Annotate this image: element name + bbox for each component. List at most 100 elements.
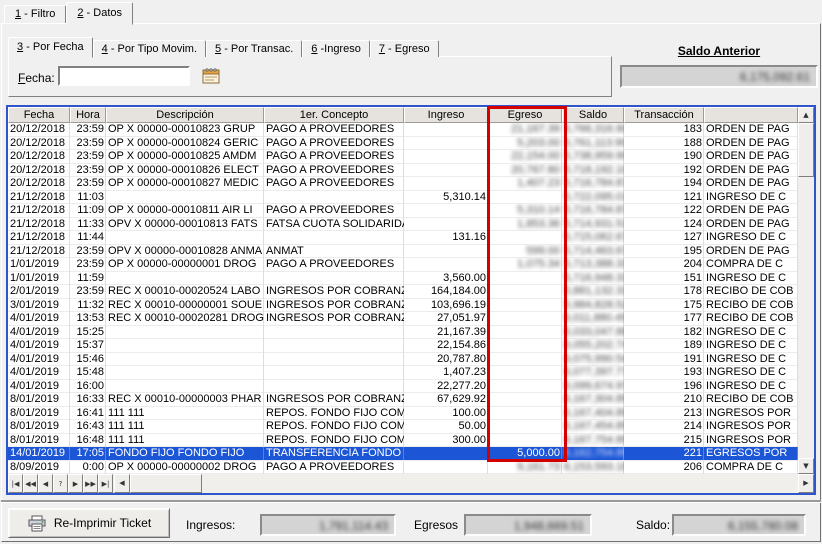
cell-trans[interactable]: 122 [624,204,704,218]
cell-tipo[interactable]: INGRESO DE C [704,380,798,394]
cell-desc[interactable]: OPV X 00000-00010828 ANMA [106,245,264,259]
cell-conc[interactable]: REPOS. FONDO FIJO COMPRAS [264,420,404,434]
cell-saldo[interactable]: 5,722,095.01 [562,191,624,205]
tab-egreso[interactable]: 7 - Egreso [370,40,439,57]
cell-egr[interactable] [488,353,562,367]
cell-egr[interactable] [488,272,562,286]
cell-desc[interactable] [106,272,264,286]
cell-hora[interactable]: 23:59 [70,123,106,137]
cell-saldo[interactable]: 5,718,192.10 [562,164,624,178]
cell-egr[interactable]: 1,853.36 [488,218,562,232]
cell-hora[interactable]: 23:59 [70,137,106,151]
cell-egr[interactable]: 1,075.34 [488,258,562,272]
cell-trans[interactable]: 215 [624,434,704,448]
cell-conc[interactable]: TRANSFERENCIA FONDO FIJO [264,447,404,461]
cell-tipo[interactable]: INGRESO DE C [704,191,798,205]
cell-tipo[interactable]: ORDEN DE PAG [704,123,798,137]
cell-egr[interactable]: 1,407.23 [488,177,562,191]
cell-trans[interactable]: 151 [624,272,704,286]
cell-egr[interactable] [488,191,562,205]
cell-desc[interactable]: OP X 00000-00010823 GRUP [106,123,264,137]
cell-ing[interactable]: 103,696.19 [404,299,488,313]
cell-hora[interactable]: 16:00 [70,380,106,394]
column-header-egr[interactable]: Egreso [488,107,562,123]
cell-hora[interactable]: 15:48 [70,366,106,380]
cell-ing[interactable] [404,123,488,137]
cell-trans[interactable]: 192 [624,164,704,178]
cell-hora[interactable]: 15:46 [70,353,106,367]
cell-fecha[interactable]: 8/01/2019 [8,407,70,421]
cell-ing[interactable] [404,177,488,191]
cell-saldo[interactable]: 5,713,388.33 [562,258,624,272]
table-row[interactable]: 1/01/201911:593,560.005,716,948.33151ING… [8,272,798,286]
cell-tipo[interactable]: ORDEN DE PAG [704,150,798,164]
cell-fecha[interactable]: 2/01/2019 [8,285,70,299]
cell-egr[interactable] [488,231,562,245]
cell-egr[interactable] [488,299,562,313]
cell-trans[interactable]: 196 [624,380,704,394]
cell-fecha[interactable]: 1/01/2019 [8,272,70,286]
cell-fecha[interactable]: 21/12/2018 [8,245,70,259]
vertical-scrollbar[interactable]: ▲ ▼ [798,107,814,474]
calendar-button[interactable] [198,64,224,88]
table-row[interactable]: 21/12/201811:035,310.145,722,095.01121IN… [8,191,798,205]
tab-por-transac[interactable]: 5 - Por Transac. [206,40,302,57]
cell-trans[interactable]: 182 [624,326,704,340]
nav-button[interactable]: ▶ [68,474,83,493]
cell-conc[interactable]: REPOS. FONDO FIJO COMPRAS [264,407,404,421]
cell-conc[interactable]: PAGO A PROVEEDORES [264,461,404,475]
cell-conc[interactable] [264,272,404,286]
table-row[interactable]: 4/01/201915:481,407.236,077,397.77193ING… [8,366,798,380]
cell-fecha[interactable]: 4/01/2019 [8,366,70,380]
cell-trans[interactable]: 193 [624,366,704,380]
nav-button[interactable]: |◀ [8,474,23,493]
cell-conc[interactable]: FATSA CUOTA SOLIDARIDAD [264,218,404,232]
table-row[interactable]: 21/12/201811:33OPV X 00000-00010813 FATS… [8,218,798,232]
cell-ing[interactable] [404,204,488,218]
cell-tipo[interactable]: RECIBO DE COB [704,285,798,299]
column-header-hora[interactable]: Hora [70,107,106,123]
cell-egr[interactable] [488,312,562,326]
cell-trans[interactable]: 214 [624,420,704,434]
cell-trans[interactable]: 210 [624,393,704,407]
cell-trans[interactable]: 190 [624,150,704,164]
cell-fecha[interactable]: 21/12/2018 [8,191,70,205]
cell-conc[interactable] [264,231,404,245]
nav-button[interactable]: ? [53,474,68,493]
cell-trans[interactable]: 183 [624,123,704,137]
cell-tipo[interactable]: ORDEN DE PAG [704,218,798,232]
cell-trans[interactable]: 178 [624,285,704,299]
table-row[interactable]: 4/01/201913:53REC X 00010-00020281 DROGI… [8,312,798,326]
column-header-saldo[interactable]: Saldo [562,107,624,123]
column-header-desc[interactable]: Descripción [106,107,264,123]
cell-tipo[interactable]: RECIBO DE COB [704,312,798,326]
cell-hora[interactable]: 23:59 [70,150,106,164]
cell-tipo[interactable]: COMPRA DE C [704,461,798,475]
nav-button[interactable]: ▶| [98,474,113,493]
cell-fecha[interactable]: 21/12/2018 [8,218,70,232]
cell-desc[interactable] [106,366,264,380]
cell-saldo[interactable]: 6,011,880.49 [562,312,624,326]
cell-ing[interactable]: 300.00 [404,434,488,448]
cell-trans[interactable]: 189 [624,339,704,353]
cell-hora[interactable]: 11:03 [70,191,106,205]
cell-saldo[interactable]: 5,984,828.52 [562,299,624,313]
cell-fecha[interactable]: 20/12/2018 [8,177,70,191]
cell-desc[interactable]: OP X 00000-00010811 AIR LI [106,204,264,218]
cell-saldo[interactable]: 6,033,047.88 [562,326,624,340]
cell-hora[interactable]: 23:59 [70,258,106,272]
cell-fecha[interactable]: 20/12/2018 [8,150,70,164]
cell-saldo[interactable]: 5,716,784.87 [562,177,624,191]
scroll-down-button[interactable]: ▼ [798,458,814,474]
table-row[interactable]: 20/12/201823:59OP X 00000-00010826 ELECT… [8,164,798,178]
cell-conc[interactable]: PAGO A PROVEEDORES [264,204,404,218]
table-row[interactable]: 20/12/201823:59OP X 00000-00010823 GRUPP… [8,123,798,137]
cell-conc[interactable]: PAGO A PROVEEDORES [264,137,404,151]
scroll-left-button[interactable]: ◀ [114,474,130,493]
cell-fecha[interactable]: 20/12/2018 [8,123,70,137]
cell-ing[interactable] [404,137,488,151]
cell-desc[interactable] [106,339,264,353]
cell-egr[interactable]: 5,000.00 [488,447,562,461]
cell-ing[interactable]: 100.00 [404,407,488,421]
cell-tipo[interactable]: INGRESO DE C [704,326,798,340]
